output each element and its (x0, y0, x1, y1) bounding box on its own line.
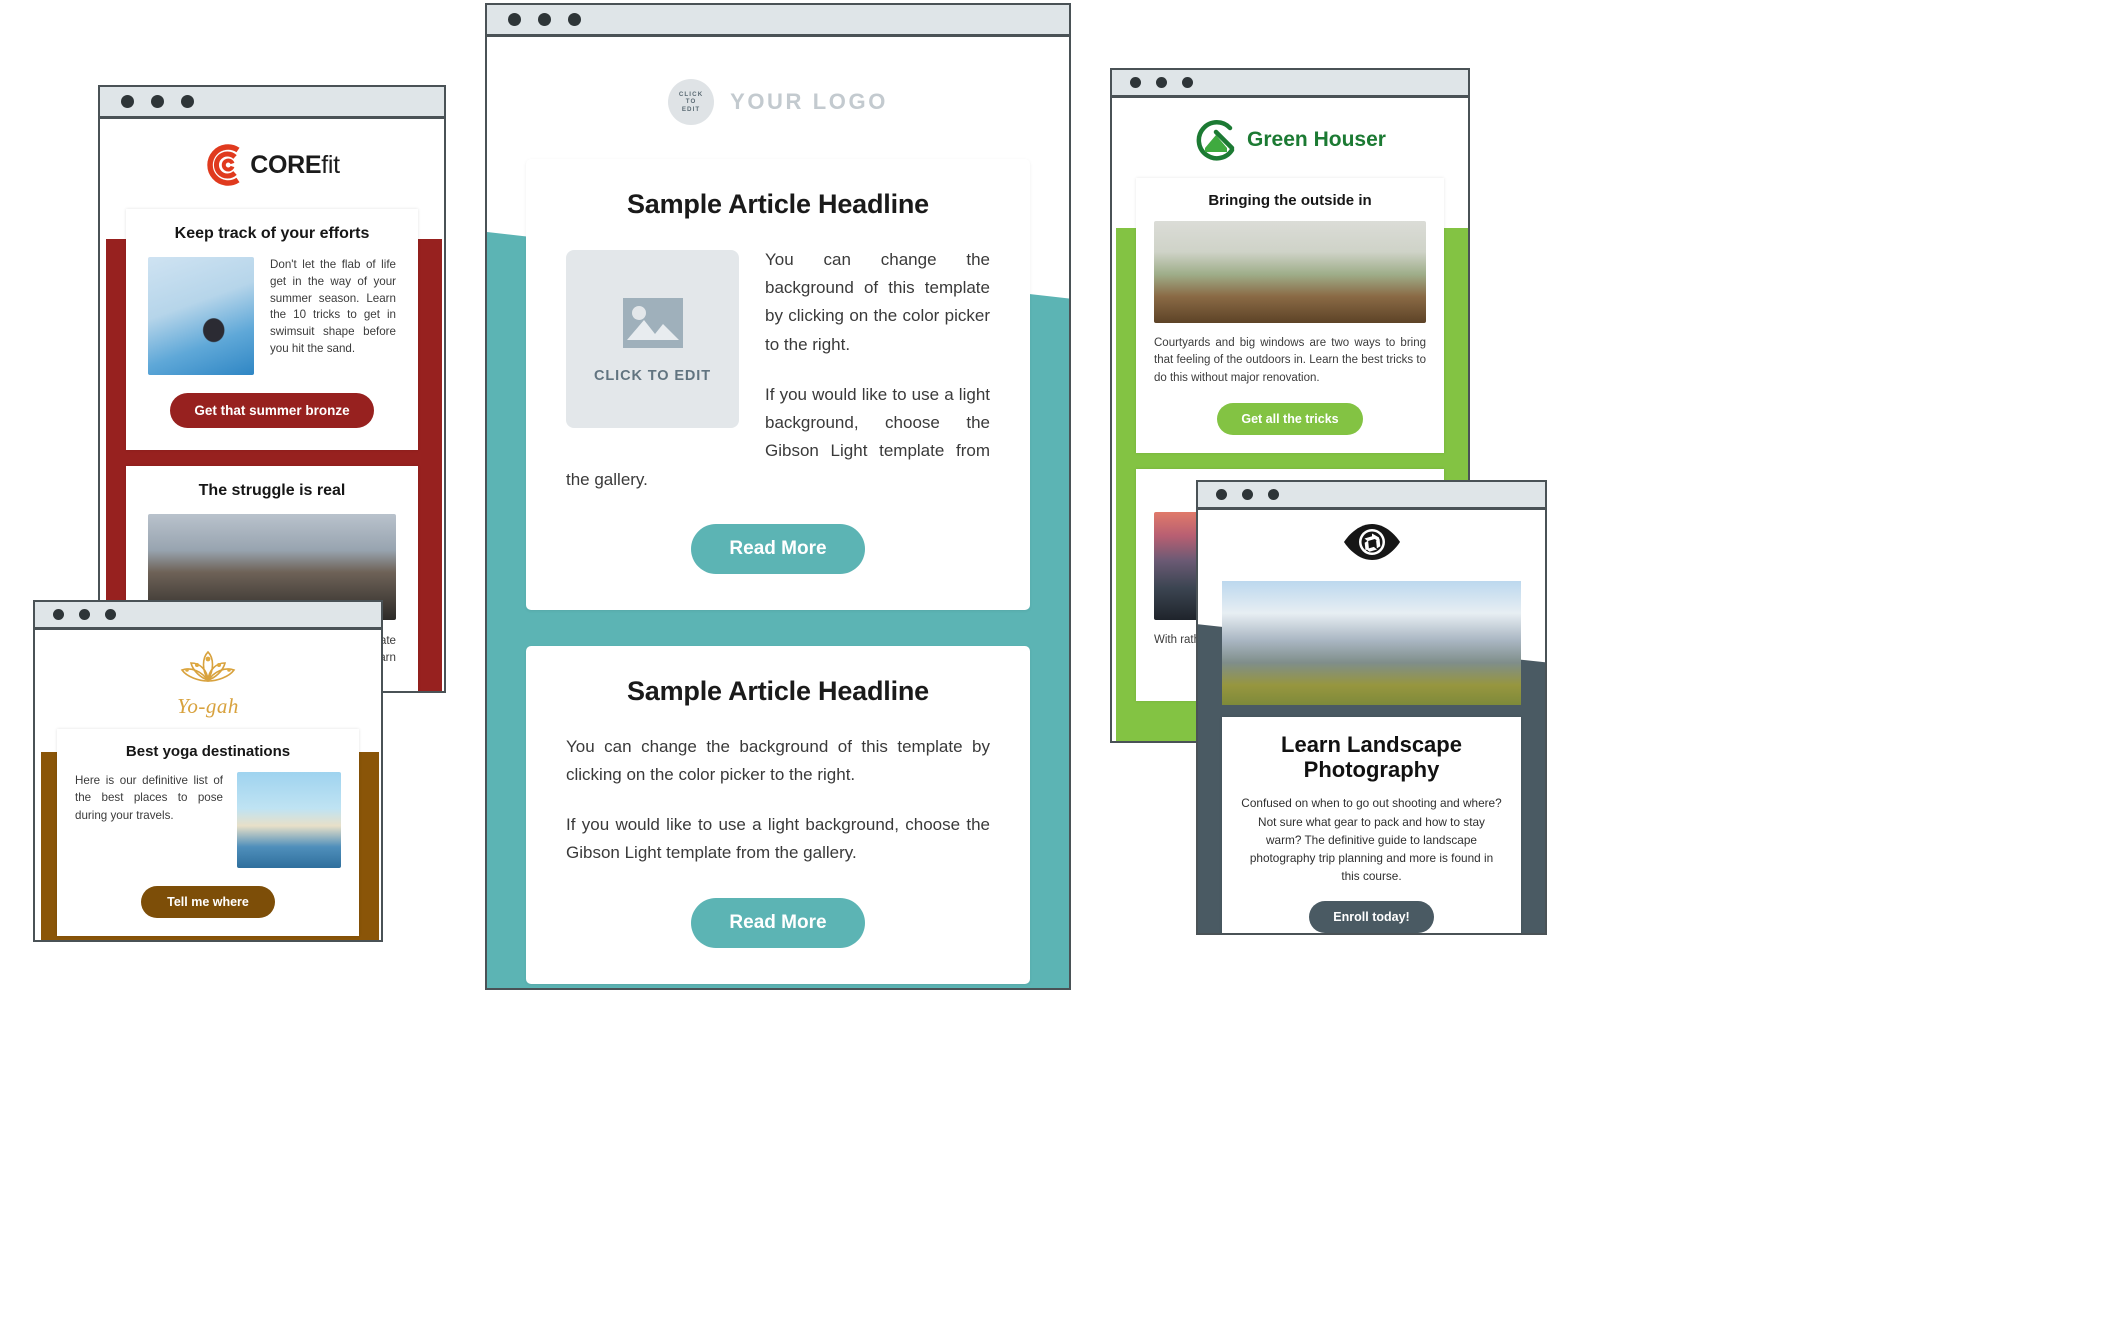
corefit-article-card-1: Keep track of your efforts Don't let the… (126, 209, 418, 450)
article1-flow: CLICK TO EDIT You can change the backgro… (566, 246, 990, 494)
maximize-icon[interactable] (1268, 489, 1279, 500)
window-body-photography: Learn Landscape Photography Confused on … (1196, 510, 1547, 935)
main-content: CLICK TO EDIT YOUR LOGO Sample Article H… (487, 37, 1069, 984)
main-article-card-1: Sample Article Headline CLICK TO EDIT Yo… (526, 159, 1030, 610)
photography-hero-image (1222, 581, 1521, 705)
close-icon[interactable] (1216, 489, 1227, 500)
close-icon[interactable] (121, 95, 134, 108)
badge-line-1: CLICK (678, 91, 704, 99)
maximize-icon[interactable] (568, 13, 581, 26)
titlebar-green-houser[interactable] (1110, 68, 1470, 98)
green-card1-cta-button[interactable]: Get all the tricks (1217, 402, 1363, 435)
minimize-icon[interactable] (538, 13, 551, 26)
photography-card-body: Confused on when to go out shooting and … (1241, 796, 1502, 884)
badge-line-2: TO (685, 98, 697, 106)
corefit-card2-title: The struggle is real (198, 482, 346, 499)
green-houser-wordmark: Green Houser (1247, 128, 1386, 151)
green-card1-title: Bringing the outside in (1208, 192, 1372, 209)
green-card1-body: Courtyards and big windows are two ways … (1154, 337, 1426, 384)
article2-headline: Sample Article Headline (626, 675, 929, 706)
article1-placeholder-label: CLICK TO EDIT (594, 368, 711, 384)
main-logo[interactable]: CLICK TO EDIT YOUR LOGO (526, 37, 1030, 159)
article1-read-more-button[interactable]: Read More (691, 523, 865, 574)
window-body-yogah: Yo-gah Best yoga destinations Here is ou… (33, 630, 383, 942)
titlebar-photography[interactable] (1196, 480, 1547, 510)
yogah-card-body: Here is our definitive list of the best … (75, 774, 223, 822)
close-icon[interactable] (508, 13, 521, 26)
window-body-main: CLICK TO EDIT YOUR LOGO Sample Article H… (485, 37, 1071, 990)
titlebar-yogah[interactable] (33, 600, 383, 630)
corefit-wordmark: COREfit (250, 150, 340, 179)
article2-paragraph-1: You can change the background of this te… (566, 736, 990, 784)
minimize-icon[interactable] (1242, 489, 1253, 500)
maximize-icon[interactable] (181, 95, 194, 108)
article1-image-placeholder[interactable]: CLICK TO EDIT (566, 250, 739, 428)
corefit-card1-row: Don't let the flab of life get in the wa… (148, 257, 396, 375)
minimize-icon[interactable] (79, 609, 90, 620)
yogah-article-card: Best yoga destinations Here is our defin… (57, 729, 359, 936)
titlebar-corefit[interactable] (98, 85, 446, 119)
corefit-card1-title: Keep track of your efforts (174, 225, 370, 242)
photography-card-title: Learn Landscape Photography (1281, 732, 1462, 782)
photography-enroll-button[interactable]: Enroll today! (1309, 900, 1434, 933)
image-placeholder-icon (622, 298, 683, 348)
corefit-card1-image (148, 257, 254, 375)
yogah-card-row: Here is our definitive list of the best … (75, 772, 341, 868)
corefit-c-mark-icon (207, 144, 240, 186)
main-article-card-2: Sample Article Headline You can change t… (526, 645, 1030, 984)
main-logo-text: YOUR LOGO (730, 89, 888, 114)
titlebar-main[interactable] (485, 3, 1071, 37)
article2-read-more-button[interactable]: Read More (691, 897, 865, 948)
article2-paragraph-2: If you would like to use a light backgro… (566, 815, 990, 863)
yogah-logo: Yo-gah (35, 630, 381, 729)
close-icon[interactable] (53, 609, 64, 620)
logo-placeholder-badge[interactable]: CLICK TO EDIT (668, 79, 715, 125)
close-icon[interactable] (1130, 77, 1141, 88)
maximize-icon[interactable] (105, 609, 116, 620)
lotus-icon (180, 650, 236, 682)
badge-line-3: EDIT (681, 105, 701, 113)
yogah-cta-button[interactable]: Tell me where (141, 886, 275, 918)
green-article-card-1: Bringing the outside in Courtyards and b… (1136, 178, 1444, 453)
green-houser-logo: Green Houser (1112, 98, 1468, 178)
eye-aperture-icon (1343, 524, 1400, 560)
minimize-icon[interactable] (1156, 77, 1167, 88)
yogah-card-image (237, 772, 341, 868)
yogah-wordmark: Yo-gah (177, 694, 239, 718)
window-main-template: CLICK TO EDIT YOUR LOGO Sample Article H… (485, 3, 1071, 990)
photography-card: Learn Landscape Photography Confused on … (1222, 717, 1521, 933)
screenshot-stage: COREfit Keep track of your efforts Don't… (0, 0, 2120, 1341)
green-card1-image (1154, 221, 1426, 323)
article1-headline: Sample Article Headline (626, 189, 929, 219)
corefit-logo: COREfit (100, 119, 444, 209)
corefit-card1-cta-button[interactable]: Get that summer bronze (170, 393, 374, 428)
photography-logo (1198, 510, 1545, 581)
green-house-icon (1196, 120, 1235, 161)
window-yogah: Yo-gah Best yoga destinations Here is ou… (33, 600, 383, 942)
window-photography: Learn Landscape Photography Confused on … (1196, 480, 1547, 935)
maximize-icon[interactable] (1182, 77, 1193, 88)
yogah-card-title: Best yoga destinations (125, 743, 291, 760)
corefit-card1-body: Don't let the flab of life get in the wa… (270, 258, 396, 355)
minimize-icon[interactable] (151, 95, 164, 108)
